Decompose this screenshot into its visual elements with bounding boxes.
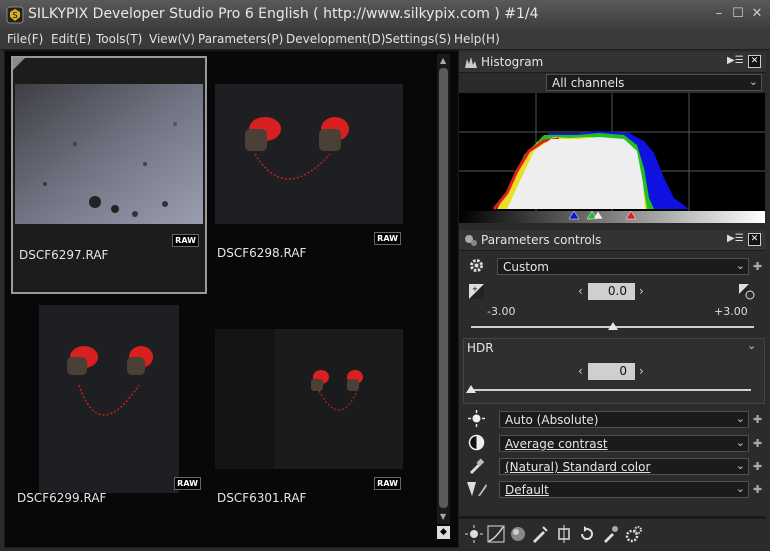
hdr-field[interactable]: 0	[588, 363, 635, 380]
sharpen-tool-icon[interactable]	[531, 525, 549, 543]
thumbnail-image	[15, 84, 203, 224]
params-panel-header: Parameters controls ▶☰ ✕	[459, 230, 766, 251]
maximize-button[interactable]: ☐	[730, 6, 746, 22]
chevron-down-icon: ⌄	[735, 412, 745, 425]
menu-bar: File(F) Edit(E) Tools(T) View(V) Paramet…	[0, 30, 770, 50]
raw-badge: RAW	[174, 477, 201, 490]
menu-view[interactable]: View(V)	[149, 32, 195, 46]
plus-icon[interactable]: ✚	[753, 483, 762, 496]
thumbnail-browser: RAW DSCF6297.RAF RAW DSCF6298.RAF RAW DS…	[4, 50, 459, 548]
contrast-select[interactable]: Average contrast ⌄	[499, 435, 749, 452]
raw-badge: RAW	[374, 232, 401, 245]
plus-icon[interactable]: ✚	[753, 460, 762, 473]
increment-icon[interactable]: ›	[639, 364, 644, 378]
thumbnail-size-button[interactable]: ◆	[437, 526, 450, 539]
white-balance-select[interactable]: Auto (Absolute) ⌄	[499, 411, 749, 428]
settings-gears-icon[interactable]	[625, 525, 643, 543]
thumbnail-filename: DSCF6299.RAF	[17, 491, 107, 505]
hdr-collapse-icon[interactable]: ⌄	[747, 339, 756, 352]
scroll-down-icon[interactable]: ▼	[440, 512, 446, 521]
menu-settings[interactable]: Settings(S)	[385, 32, 451, 46]
decrement-icon[interactable]: ‹	[578, 364, 583, 378]
panel-divider	[459, 516, 766, 519]
tone-curve-icon[interactable]	[487, 525, 505, 543]
menu-tools[interactable]: Tools(T)	[96, 32, 142, 46]
raw-badge: RAW	[172, 234, 199, 247]
increment-icon[interactable]: ›	[639, 284, 644, 298]
auto-exposure-icon[interactable]	[738, 283, 755, 300]
chevron-down-icon: ⌄	[735, 459, 745, 472]
menu-edit[interactable]: Edit(E)	[51, 32, 91, 46]
thumbnail-item[interactable]: RAW DSCF6301.RAF	[211, 301, 407, 539]
svg-text:+: +	[472, 285, 478, 293]
white-balance-icon	[468, 410, 485, 427]
thumbnail-item[interactable]: RAW DSCF6297.RAF	[11, 56, 207, 294]
channel-select[interactable]: All channels ⌄	[546, 74, 762, 91]
histogram-panel-header: Histogram ▶☰ ✕	[459, 52, 766, 73]
app-logo-icon: S	[6, 6, 24, 24]
histogram-icon	[465, 57, 477, 68]
thumbnail-filename: DSCF6297.RAF	[19, 248, 109, 262]
thumbnail-image	[215, 329, 403, 469]
close-button[interactable]: ✕	[749, 6, 765, 22]
sharpness-icon	[467, 482, 487, 496]
chevron-down-icon: ⌄	[748, 75, 758, 88]
exposure-slider-knob[interactable]	[607, 322, 618, 330]
params-title: Parameters controls	[481, 233, 602, 247]
contrast-icon	[468, 434, 485, 451]
chevron-down-icon: ⌄	[735, 436, 745, 449]
selection-corner-icon	[13, 58, 25, 70]
exposure-icon: +	[469, 284, 484, 299]
close-panel-icon[interactable]: ✕	[748, 233, 761, 246]
svg-text:S: S	[12, 11, 17, 20]
thumbnail-item[interactable]: RAW DSCF6298.RAF	[211, 56, 407, 294]
pin-menu-icon[interactable]: ▶☰	[727, 233, 744, 244]
plus-icon[interactable]: ✚	[753, 413, 762, 426]
close-panel-icon[interactable]: ✕	[748, 55, 761, 68]
menu-file[interactable]: File(F)	[7, 32, 43, 46]
hdr-slider-track[interactable]	[471, 389, 751, 391]
minimize-button[interactable]: –	[711, 6, 727, 22]
color-dropper-icon	[470, 458, 485, 474]
chevron-down-icon: ⌄	[735, 259, 745, 272]
menu-parameters[interactable]: Parameters(P)	[198, 32, 283, 46]
menu-help[interactable]: Help(H)	[454, 32, 500, 46]
color-select[interactable]: (Natural) Standard color ⌄	[499, 458, 749, 475]
thumbnail-image	[39, 305, 179, 493]
chevron-down-icon: ⌄	[735, 482, 745, 495]
crop-tool-icon[interactable]	[555, 525, 573, 543]
plus-icon[interactable]: ✚	[753, 437, 762, 450]
menu-development[interactable]: Development(D)	[286, 32, 385, 46]
exposure-field[interactable]: 0.0	[588, 283, 635, 300]
histogram-title: Histogram	[481, 55, 544, 69]
color-sphere-icon[interactable]	[509, 525, 527, 543]
hdr-label: HDR	[467, 341, 494, 355]
raw-badge: RAW	[374, 477, 401, 490]
thumbnail-image	[215, 84, 403, 224]
scroll-up-icon[interactable]: ▲	[440, 56, 446, 65]
gear-icon	[470, 259, 483, 272]
retouch-brush-icon[interactable]	[601, 525, 619, 543]
preset-select[interactable]: Custom ⌄	[497, 258, 749, 275]
decrement-icon[interactable]: ‹	[578, 284, 583, 298]
thumbnail-filename: DSCF6298.RAF	[217, 246, 307, 260]
window-title: SILKYPIX Developer Studio Pro 6 English …	[28, 6, 539, 22]
exposure-tool-icon[interactable]	[465, 525, 483, 543]
sharpness-select[interactable]: Default ⌄	[499, 481, 749, 498]
exposure-max-label: +3.00	[714, 305, 748, 318]
exposure-min-label: -3.00	[487, 305, 516, 318]
thumbnail-item[interactable]: RAW DSCF6299.RAF	[11, 301, 207, 539]
gears-icon	[465, 235, 477, 246]
rotate-tool-icon[interactable]	[578, 525, 596, 543]
scrollbar-thumb[interactable]	[439, 68, 448, 508]
thumbnail-filename: DSCF6301.RAF	[217, 491, 307, 505]
hdr-slider-knob[interactable]	[466, 385, 476, 393]
histogram-chart	[459, 93, 765, 223]
plus-icon[interactable]: ✚	[753, 260, 762, 273]
pin-menu-icon[interactable]: ▶☰	[727, 55, 744, 66]
